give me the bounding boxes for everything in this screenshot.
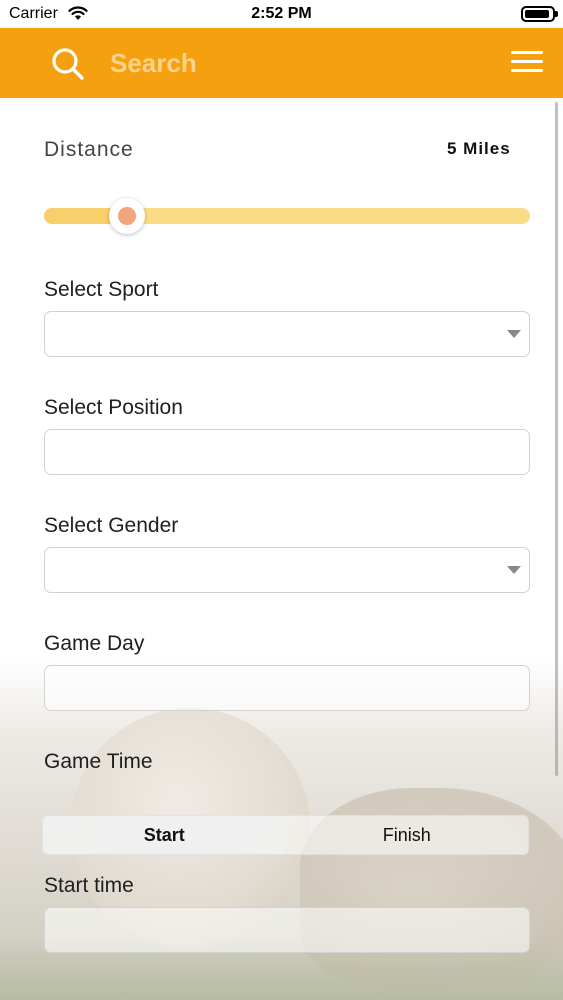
position-field[interactable] (44, 429, 530, 475)
scroll-indicator[interactable] (555, 102, 558, 776)
gender-select-value[interactable] (45, 548, 529, 592)
search-input[interactable] (110, 43, 440, 83)
game-day-field[interactable] (44, 665, 530, 711)
start-time-label: Start time (44, 874, 134, 897)
position-label: Select Position (44, 396, 183, 419)
distance-label: Distance (44, 138, 134, 161)
start-time-input[interactable] (45, 908, 529, 952)
start-time-field[interactable] (44, 907, 530, 953)
position-input[interactable] (45, 430, 529, 474)
status-time: 2:52 PM (251, 5, 312, 22)
game-day-label: Game Day (44, 632, 145, 655)
filter-form: Distance 5 Miles Select Sport Select Pos… (0, 98, 563, 1000)
hamburger-menu-icon[interactable] (511, 51, 543, 75)
chevron-down-icon (507, 566, 521, 574)
game-time-segmented-control[interactable]: Start Finish (42, 815, 529, 855)
search-icon[interactable] (50, 46, 86, 82)
sport-select[interactable] (44, 311, 530, 357)
game-day-input[interactable] (45, 666, 529, 710)
app-header (0, 28, 563, 98)
chevron-down-icon (507, 330, 521, 338)
battery-icon (521, 6, 558, 22)
segment-finish[interactable]: Finish (286, 816, 529, 854)
status-bar: Carrier 2:52 PM (0, 0, 563, 28)
game-time-label: Game Time (44, 750, 153, 773)
gender-select[interactable] (44, 547, 530, 593)
gender-label: Select Gender (44, 514, 179, 537)
sport-label: Select Sport (44, 278, 159, 301)
distance-slider-thumb[interactable] (108, 198, 145, 234)
distance-value: 5 Miles (447, 139, 511, 158)
segment-start[interactable]: Start (43, 816, 286, 854)
sport-select-value[interactable] (45, 312, 529, 356)
